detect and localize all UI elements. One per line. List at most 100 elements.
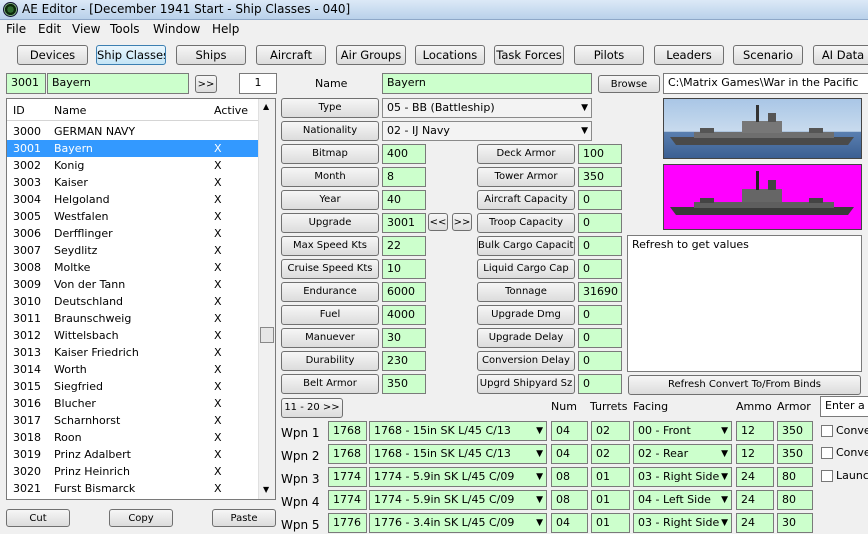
browse-button[interactable]: Browse: [598, 75, 660, 93]
liquid-cargo-cap-field[interactable]: 0: [578, 259, 622, 279]
weapon-ammo-field-2[interactable]: 12: [736, 444, 774, 464]
conversion-delay-button[interactable]: Conversion Delay: [477, 351, 575, 371]
weapon-num-field-1[interactable]: 04: [551, 421, 588, 441]
name-field[interactable]: Bayern: [382, 73, 592, 94]
type-label[interactable]: Type: [281, 98, 379, 118]
endurance-button[interactable]: Endurance: [281, 282, 379, 302]
manuever-button[interactable]: Manuever: [281, 328, 379, 348]
list-item[interactable]: 3002 Konig X: [7, 157, 261, 174]
weapon-ammo-field-1[interactable]: 12: [736, 421, 774, 441]
aircraft-capacity-field[interactable]: 0: [578, 190, 622, 210]
belt-armor-field[interactable]: 350: [382, 374, 426, 394]
weapon-num-field-4[interactable]: 08: [551, 490, 588, 510]
weapon-num-field-2[interactable]: 04: [551, 444, 588, 464]
upgrade-button[interactable]: Upgrade: [281, 213, 379, 233]
list-item[interactable]: 3019 Prinz Adalbert X: [7, 446, 261, 463]
weapon-id-field-1[interactable]: 1768: [328, 421, 367, 441]
bulk-cargo-capacity-field[interactable]: 0: [578, 236, 622, 256]
weapon-num-field-5[interactable]: 04: [551, 513, 588, 533]
list-item[interactable]: 3012 Wittelsbach X: [7, 327, 261, 344]
tower-armor-button[interactable]: Tower Armor: [477, 167, 575, 187]
tab-scenario[interactable]: Scenario: [733, 45, 803, 65]
durability-field[interactable]: 230: [382, 351, 426, 371]
belt-armor-button[interactable]: Belt Armor: [281, 374, 379, 394]
tab-locations[interactable]: Locations: [415, 45, 485, 65]
upgrade-field[interactable]: 3001: [382, 213, 426, 233]
weapon-id-field-4[interactable]: 1774: [328, 490, 367, 510]
tab-pilots[interactable]: Pilots: [574, 45, 644, 65]
list-item[interactable]: 3018 Roon X: [7, 429, 261, 446]
menu-file[interactable]: File: [6, 22, 26, 36]
liquid-cargo-cap-button[interactable]: Liquid Cargo Cap: [477, 259, 575, 279]
record-name-field[interactable]: Bayern: [47, 73, 189, 94]
deck-armor-field[interactable]: 100: [578, 144, 622, 164]
conversion-delay-field[interactable]: 0: [578, 351, 622, 371]
record-id-field[interactable]: 3001: [6, 73, 46, 94]
month-field[interactable]: 8: [382, 167, 426, 187]
weapons-page-button[interactable]: 11 - 20 >>: [281, 398, 343, 418]
list-item[interactable]: 3013 Kaiser Friedrich X: [7, 344, 261, 361]
bitmap-field[interactable]: 400: [382, 144, 426, 164]
upgrd-shipyard-sz-button[interactable]: Upgrd Shipyard Sz: [477, 374, 575, 394]
list-item[interactable]: 3010 Deutschland X: [7, 293, 261, 310]
weapon-armor-field-5[interactable]: 30: [777, 513, 813, 533]
list-item[interactable]: 3003 Kaiser X: [7, 174, 261, 191]
launch-checkbox[interactable]: [821, 470, 833, 482]
weapon-armor-field-3[interactable]: 80: [777, 467, 813, 487]
next-record-button[interactable]: >>: [195, 75, 217, 93]
step-field[interactable]: 1: [239, 73, 277, 94]
weapon-facing-select-5[interactable]: 03 - Right Side ▼: [633, 513, 732, 533]
upgrade-next-button[interactable]: >>: [452, 213, 472, 231]
tab-aircraft[interactable]: Aircraft: [256, 45, 326, 65]
weapon-device-select-5[interactable]: 1776 - 3.4in SK L/45 C/09 ▼: [369, 513, 547, 533]
weapon-device-select-2[interactable]: 1768 - 15in SK L/45 C/13 ▼: [369, 444, 547, 464]
tab-task-forces[interactable]: Task Forces: [494, 45, 564, 65]
upgrade-prev-button[interactable]: <<: [428, 213, 448, 231]
upgrade-delay-button[interactable]: Upgrade Delay: [477, 328, 575, 348]
tonnage-field[interactable]: 31690: [578, 282, 622, 302]
list-item[interactable]: 3014 Worth X: [7, 361, 261, 378]
menu-window[interactable]: Window: [153, 22, 200, 36]
weapon-turrets-field-3[interactable]: 01: [591, 467, 630, 487]
menu-edit[interactable]: Edit: [38, 22, 61, 36]
cut-button[interactable]: Cut: [6, 509, 70, 527]
tab-devices[interactable]: Devices: [17, 45, 88, 65]
endurance-field[interactable]: 6000: [382, 282, 426, 302]
nationality-select[interactable]: 02 - IJ Navy ▼: [382, 121, 592, 141]
list-item[interactable]: 3015 Siegfried X: [7, 378, 261, 395]
weapon-ammo-field-5[interactable]: 24: [736, 513, 774, 533]
list-item[interactable]: 3001 Bayern X: [7, 140, 261, 157]
fuel-field[interactable]: 4000: [382, 305, 426, 325]
nationality-label[interactable]: Nationality: [281, 121, 379, 141]
search-value-field[interactable]: Enter a v: [820, 396, 868, 417]
upgrade-delay-field[interactable]: 0: [578, 328, 622, 348]
list-item[interactable]: 3000 GERMAN NAVY: [7, 123, 261, 140]
weapon-armor-field-1[interactable]: 350: [777, 421, 813, 441]
list-item[interactable]: 3008 Moltke X: [7, 259, 261, 276]
weapon-facing-select-2[interactable]: 02 - Rear ▼: [633, 444, 732, 464]
weapon-device-select-4[interactable]: 1774 - 5.9in SK L/45 C/09 ▼: [369, 490, 547, 510]
list-item[interactable]: 3011 Braunschweig X: [7, 310, 261, 327]
bulk-cargo-capacity-button[interactable]: Bulk Cargo Capacity: [477, 236, 575, 256]
notes-box[interactable]: Refresh to get values: [627, 235, 862, 372]
aircraft-capacity-button[interactable]: Aircraft Capacity: [477, 190, 575, 210]
tab-leaders[interactable]: Leaders: [654, 45, 724, 65]
year-button[interactable]: Year: [281, 190, 379, 210]
type-select[interactable]: 05 - BB (Battleship) ▼: [382, 98, 592, 118]
list-item[interactable]: 3004 Helgoland X: [7, 191, 261, 208]
weapon-id-field-5[interactable]: 1776: [328, 513, 367, 533]
paste-button[interactable]: Paste: [212, 509, 276, 527]
menu-tools[interactable]: Tools: [110, 22, 140, 36]
upgrade-dmg-field[interactable]: 0: [578, 305, 622, 325]
list-item[interactable]: 3007 Seydlitz X: [7, 242, 261, 259]
max-speed-kts-button[interactable]: Max Speed Kts: [281, 236, 379, 256]
ship-class-list[interactable]: ID Name Active 3000 GERMAN NAVY 3001 Bayern…: [6, 98, 276, 500]
tab-ships[interactable]: Ships: [176, 45, 246, 65]
weapon-armor-field-2[interactable]: 350: [777, 444, 813, 464]
weapon-facing-select-4[interactable]: 04 - Left Side ▼: [633, 490, 732, 510]
column-header-id[interactable]: ID: [13, 104, 25, 117]
list-item[interactable]: 3017 Scharnhorst X: [7, 412, 261, 429]
menu-view[interactable]: View: [72, 22, 100, 36]
scroll-thumb[interactable]: [260, 327, 274, 343]
weapon-device-select-1[interactable]: 1768 - 15in SK L/45 C/13 ▼: [369, 421, 547, 441]
